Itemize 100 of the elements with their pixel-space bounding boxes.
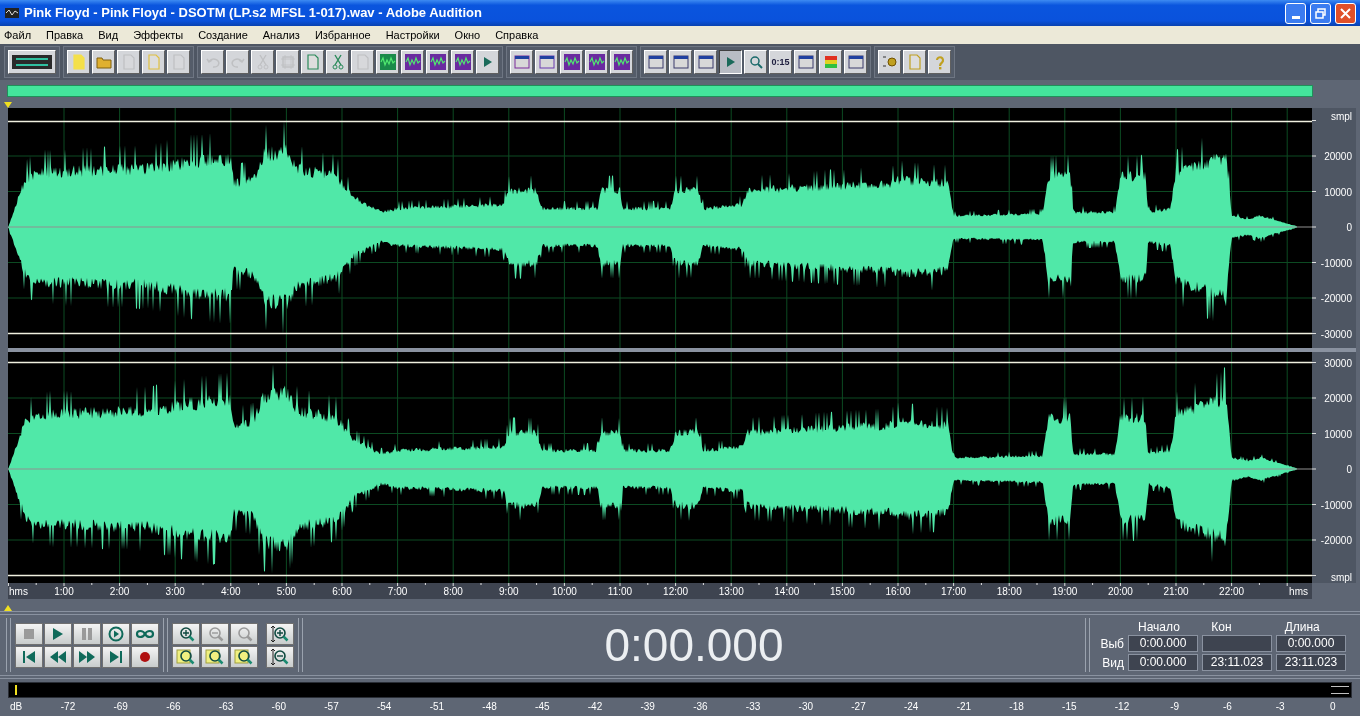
axis-label: 0 bbox=[1346, 464, 1352, 475]
minimize-icon bbox=[1291, 15, 1300, 19]
pause-icon bbox=[82, 627, 92, 640]
menu-item[interactable]: Настройки bbox=[385, 26, 440, 44]
magnifier-icon bbox=[270, 624, 290, 643]
meter-label: dB bbox=[10, 701, 23, 712]
magnifier-icon bbox=[234, 647, 254, 666]
transport-button[interactable] bbox=[131, 622, 159, 645]
menu-item[interactable]: Файл bbox=[4, 26, 32, 44]
meter-label: -48 bbox=[482, 701, 497, 712]
rewind-icon bbox=[50, 650, 66, 663]
axis-label: -20000 bbox=[1320, 293, 1352, 304]
folder-icon bbox=[95, 55, 112, 69]
restore-button[interactable] bbox=[1310, 2, 1331, 24]
time-label: 16:00 bbox=[885, 586, 911, 597]
time-label: 13:00 bbox=[718, 586, 744, 597]
meter-label: -21 bbox=[956, 701, 972, 712]
zoom-button[interactable] bbox=[230, 645, 258, 668]
transport-button[interactable] bbox=[73, 645, 101, 668]
infinity-icon bbox=[135, 628, 155, 639]
meter-label: -27 bbox=[851, 701, 866, 712]
document-icon bbox=[355, 54, 370, 70]
multitrack-icon bbox=[12, 55, 52, 69]
restore-icon bbox=[1315, 7, 1326, 19]
menu-item[interactable]: Эффекты bbox=[133, 26, 184, 44]
document-icon bbox=[146, 54, 161, 70]
time-label: 1:00 bbox=[54, 586, 74, 597]
meter-label: -12 bbox=[1114, 701, 1130, 712]
zoom-button[interactable] bbox=[201, 645, 229, 668]
zoom-button[interactable] bbox=[172, 645, 200, 668]
menu-item[interactable]: Вид bbox=[98, 26, 119, 44]
meter-label: -24 bbox=[903, 701, 919, 712]
axis-label: smpl bbox=[1330, 572, 1352, 583]
time-field[interactable]: 0:00.000 bbox=[1276, 635, 1346, 652]
meter-label: 0 bbox=[1330, 701, 1336, 712]
axis-label: 30000 bbox=[1324, 357, 1352, 369]
zoom-button[interactable] bbox=[266, 645, 294, 668]
zoom-button[interactable] bbox=[266, 622, 294, 645]
time-label: 4:00 bbox=[221, 586, 241, 597]
start-marker-icon[interactable] bbox=[4, 102, 12, 108]
time-label: 15:00 bbox=[829, 586, 855, 597]
fast-forward-icon bbox=[79, 650, 95, 663]
time-label: 14:00 bbox=[774, 586, 800, 597]
time-field[interactable] bbox=[1202, 635, 1272, 652]
toolbar-button[interactable] bbox=[719, 50, 742, 74]
waveform-icon bbox=[454, 54, 471, 70]
menu-item[interactable]: Правка bbox=[46, 26, 84, 44]
document-icon bbox=[907, 54, 922, 70]
meter-label: -45 bbox=[535, 701, 550, 712]
menu-item[interactable]: Создание bbox=[198, 26, 248, 44]
transport-button[interactable] bbox=[102, 622, 130, 645]
time-label: 22:00 bbox=[1219, 586, 1245, 597]
window-icon bbox=[513, 55, 530, 69]
waveform-icon bbox=[404, 54, 421, 70]
document-icon bbox=[121, 54, 136, 70]
axis-label: -10000 bbox=[1320, 499, 1352, 511]
zoom-button[interactable] bbox=[172, 622, 200, 645]
window-icon bbox=[672, 55, 689, 69]
toolbar-button[interactable]: 0:15 bbox=[769, 50, 792, 74]
axis-label: 10000 bbox=[1324, 428, 1352, 440]
meter-label: -60 bbox=[271, 701, 287, 712]
axis-label: smpl bbox=[1330, 111, 1352, 122]
window-icon bbox=[847, 55, 864, 69]
menu-item[interactable]: Окно bbox=[454, 26, 481, 44]
waveform-icon bbox=[613, 54, 630, 70]
axis-label: 10000 bbox=[1324, 186, 1352, 198]
meter-label: -72 bbox=[60, 701, 76, 712]
meter-label: -63 bbox=[218, 701, 234, 712]
transport-button[interactable] bbox=[44, 622, 72, 645]
transport-button[interactable] bbox=[102, 645, 130, 668]
time-label: 19:00 bbox=[1052, 586, 1078, 597]
axis-label: 20000 bbox=[1324, 151, 1352, 162]
record-icon bbox=[139, 650, 151, 663]
time-field[interactable]: 0:00.000 bbox=[1128, 654, 1198, 671]
time-label: 18:00 bbox=[996, 586, 1022, 597]
axis-label: -30000 bbox=[1320, 328, 1352, 340]
skip-back-icon bbox=[23, 650, 35, 663]
waveform-icon bbox=[588, 54, 605, 70]
start-marker-icon[interactable] bbox=[4, 605, 12, 611]
time-label: hms bbox=[9, 586, 28, 597]
column-header: Кон bbox=[1210, 619, 1233, 634]
gear-icon bbox=[881, 55, 898, 69]
time-field[interactable]: 0:00.000 bbox=[1128, 635, 1198, 652]
menu-item[interactable]: Справка bbox=[495, 26, 539, 44]
time-label: 5:00 bbox=[276, 586, 297, 597]
minimize-button[interactable] bbox=[1285, 2, 1306, 24]
menu-item[interactable]: Анализ bbox=[262, 26, 300, 44]
menu-item[interactable]: Избранное bbox=[314, 26, 371, 44]
time-field[interactable]: 23:11.023 bbox=[1202, 654, 1272, 671]
transport-button[interactable] bbox=[15, 645, 43, 668]
axis-label: 20000 bbox=[1324, 393, 1352, 404]
transport-button[interactable] bbox=[44, 645, 72, 668]
time-field[interactable]: 23:11.023 bbox=[1276, 654, 1346, 671]
scissors-icon bbox=[256, 54, 269, 70]
time-label: 2:00 bbox=[109, 586, 130, 597]
transport-button[interactable] bbox=[131, 645, 159, 668]
time-label: 3:00 bbox=[165, 586, 185, 597]
close-icon bbox=[1340, 7, 1351, 19]
close-button[interactable] bbox=[1335, 2, 1356, 24]
window-icon bbox=[697, 55, 714, 69]
